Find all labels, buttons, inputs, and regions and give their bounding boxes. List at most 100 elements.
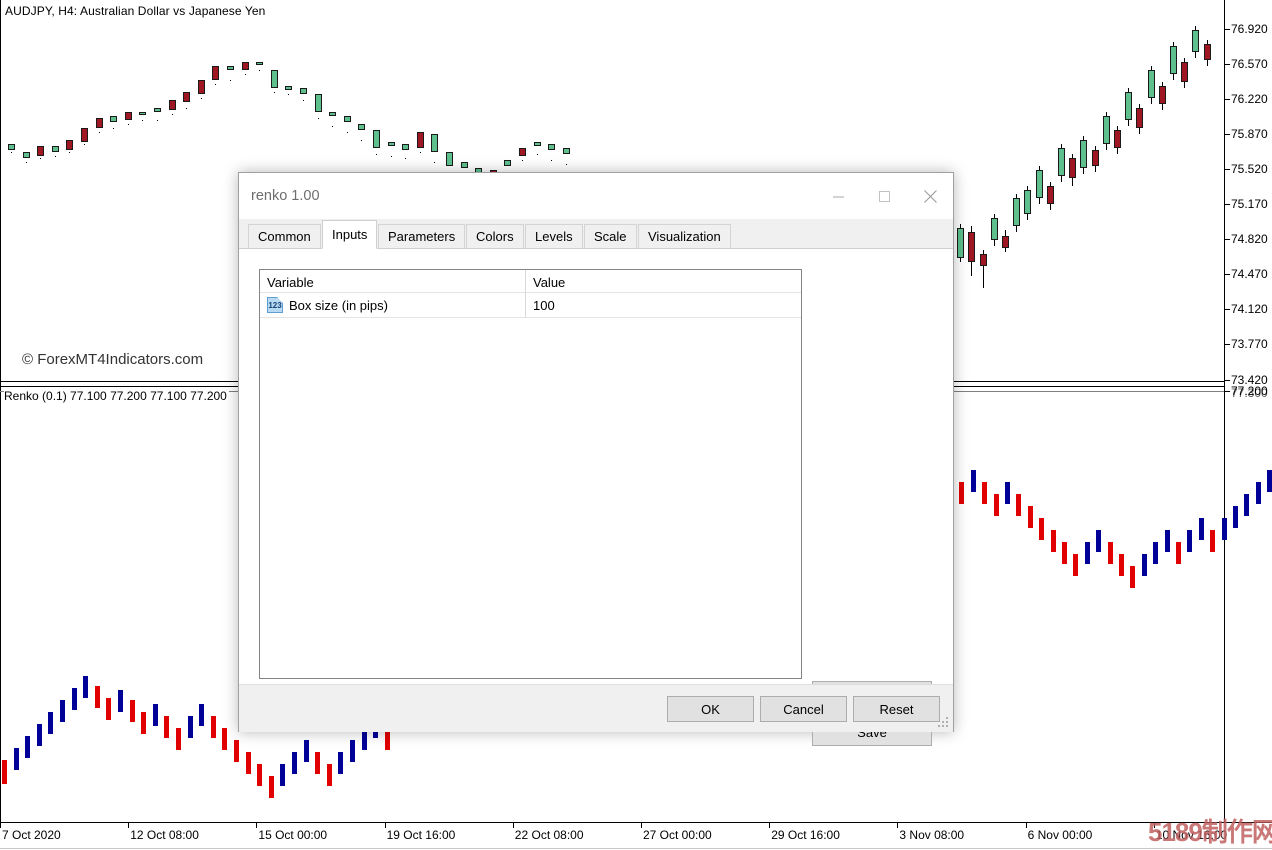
grid-cell-value[interactable]: 100 bbox=[526, 293, 801, 317]
candle-body bbox=[66, 140, 73, 150]
grid-cell-variable[interactable]: 123 Box size (in pips) bbox=[260, 293, 526, 317]
renko-brick bbox=[83, 676, 88, 698]
time-label: 6 Nov 00:00 bbox=[1028, 828, 1093, 842]
renko-brick bbox=[971, 470, 976, 492]
candle-wick bbox=[215, 84, 216, 85]
tab-common[interactable]: Common bbox=[248, 224, 321, 249]
renko-brick bbox=[106, 698, 111, 720]
tab-parameters[interactable]: Parameters bbox=[378, 224, 465, 249]
dialog-footer: OK Cancel Reset bbox=[239, 684, 953, 732]
renko-brick bbox=[1199, 518, 1204, 540]
candle-wick bbox=[376, 154, 377, 155]
candle-body bbox=[1036, 170, 1043, 198]
indicator-properties-dialog[interactable]: renko 1.00 bbox=[238, 172, 954, 732]
candle-body bbox=[991, 218, 998, 240]
resize-grip[interactable] bbox=[938, 717, 950, 729]
tab-inputs[interactable]: Inputs bbox=[322, 220, 377, 249]
renko-brick bbox=[1233, 506, 1238, 528]
renko-brick bbox=[1165, 530, 1170, 552]
renko-brick bbox=[246, 752, 251, 774]
tab-levels[interactable]: Levels bbox=[525, 224, 583, 249]
tab-colors[interactable]: Colors bbox=[466, 224, 524, 249]
renko-brick bbox=[1108, 542, 1113, 564]
time-label: 19 Oct 16:00 bbox=[387, 828, 456, 842]
tab-label: Visualization bbox=[648, 229, 721, 244]
candle-body bbox=[139, 112, 146, 115]
candle-body bbox=[446, 152, 453, 166]
candle-wick bbox=[128, 124, 129, 125]
renko-brick bbox=[1096, 530, 1101, 552]
renko-brick bbox=[1028, 506, 1033, 528]
price-label: 76.920 bbox=[1231, 22, 1268, 36]
candle-wick bbox=[274, 92, 275, 93]
number-variable-icon: 123 bbox=[267, 297, 283, 313]
renko-brick bbox=[234, 740, 239, 762]
time-tick bbox=[1026, 822, 1027, 828]
candle-wick bbox=[99, 132, 100, 133]
subwindow-indicator-label: Renko (0.1) 77.100 77.200 77.100 77.200 bbox=[4, 389, 229, 403]
candle-wick bbox=[259, 70, 260, 71]
price-tick bbox=[1224, 134, 1230, 135]
inputs-grid[interactable]: Variable Value 123 Box size (in pips) 10… bbox=[259, 269, 802, 679]
tab-scale[interactable]: Scale bbox=[584, 224, 637, 249]
dialog-body: Variable Value 123 Box size (in pips) 10… bbox=[239, 249, 953, 732]
renko-brick bbox=[1267, 470, 1272, 492]
candle-body bbox=[1170, 46, 1177, 74]
renko-brick bbox=[269, 776, 274, 798]
time-label: 7 Oct 2020 bbox=[2, 828, 61, 842]
table-row[interactable]: 123 Box size (in pips) 100 bbox=[260, 293, 801, 318]
candle-wick bbox=[186, 108, 187, 109]
ok-button[interactable]: OK bbox=[667, 696, 754, 722]
candle-body bbox=[1136, 108, 1143, 128]
forex-watermark: © ForexMT4Indicators.com bbox=[22, 351, 203, 368]
candle-body bbox=[373, 130, 380, 148]
time-tick bbox=[0, 822, 1, 828]
candle-body bbox=[169, 100, 176, 110]
candle-wick bbox=[332, 126, 333, 127]
renko-brick bbox=[222, 728, 227, 750]
price-tick bbox=[1224, 64, 1230, 65]
candle-body bbox=[1002, 236, 1009, 248]
candle-body bbox=[300, 88, 307, 94]
dialog-tabs[interactable]: CommonInputsParametersColorsLevelsScale V… bbox=[239, 219, 953, 249]
price-label: 76.570 bbox=[1231, 57, 1268, 71]
renko-brick bbox=[1210, 530, 1215, 552]
price-tick bbox=[1224, 239, 1230, 240]
dialog-titlebar[interactable]: renko 1.00 bbox=[239, 173, 953, 219]
candle-wick bbox=[142, 120, 143, 121]
price-tick bbox=[1224, 204, 1230, 205]
time-axis-line bbox=[0, 822, 1272, 823]
candle-body bbox=[1159, 86, 1166, 104]
candle-body bbox=[285, 86, 292, 90]
price-label: 73.770 bbox=[1231, 337, 1268, 351]
maximize-button[interactable] bbox=[861, 173, 907, 219]
candle-body bbox=[52, 146, 59, 152]
price-tick bbox=[1224, 99, 1230, 100]
time-tick bbox=[128, 822, 129, 828]
cancel-button[interactable]: Cancel bbox=[760, 696, 847, 722]
candle-body bbox=[534, 142, 541, 146]
grid-variable-label: Box size (in pips) bbox=[289, 298, 388, 313]
minimize-icon bbox=[832, 190, 845, 203]
candle-wick bbox=[40, 158, 41, 159]
tab-visualization[interactable]: Visualization bbox=[638, 224, 731, 249]
close-button[interactable] bbox=[907, 173, 953, 219]
candle-wick bbox=[405, 158, 406, 159]
renko-brick bbox=[14, 748, 19, 770]
renko-brick bbox=[1130, 566, 1135, 588]
renko-brick bbox=[1051, 530, 1056, 552]
renko-brick bbox=[48, 712, 53, 734]
grid-header-variable: Variable bbox=[260, 270, 526, 292]
price-label: 75.870 bbox=[1231, 127, 1268, 141]
candle-wick bbox=[230, 80, 231, 81]
candle-body bbox=[1092, 150, 1099, 166]
candle-body bbox=[563, 148, 570, 154]
candle-body bbox=[1181, 62, 1188, 82]
candle-body bbox=[431, 134, 438, 152]
reset-button[interactable]: Reset bbox=[853, 696, 940, 722]
candle-body bbox=[110, 116, 117, 122]
minimize-button[interactable] bbox=[815, 173, 861, 219]
renko-brick bbox=[1222, 518, 1227, 540]
time-label: 12 Oct 08:00 bbox=[130, 828, 199, 842]
renko-brick bbox=[176, 728, 181, 750]
